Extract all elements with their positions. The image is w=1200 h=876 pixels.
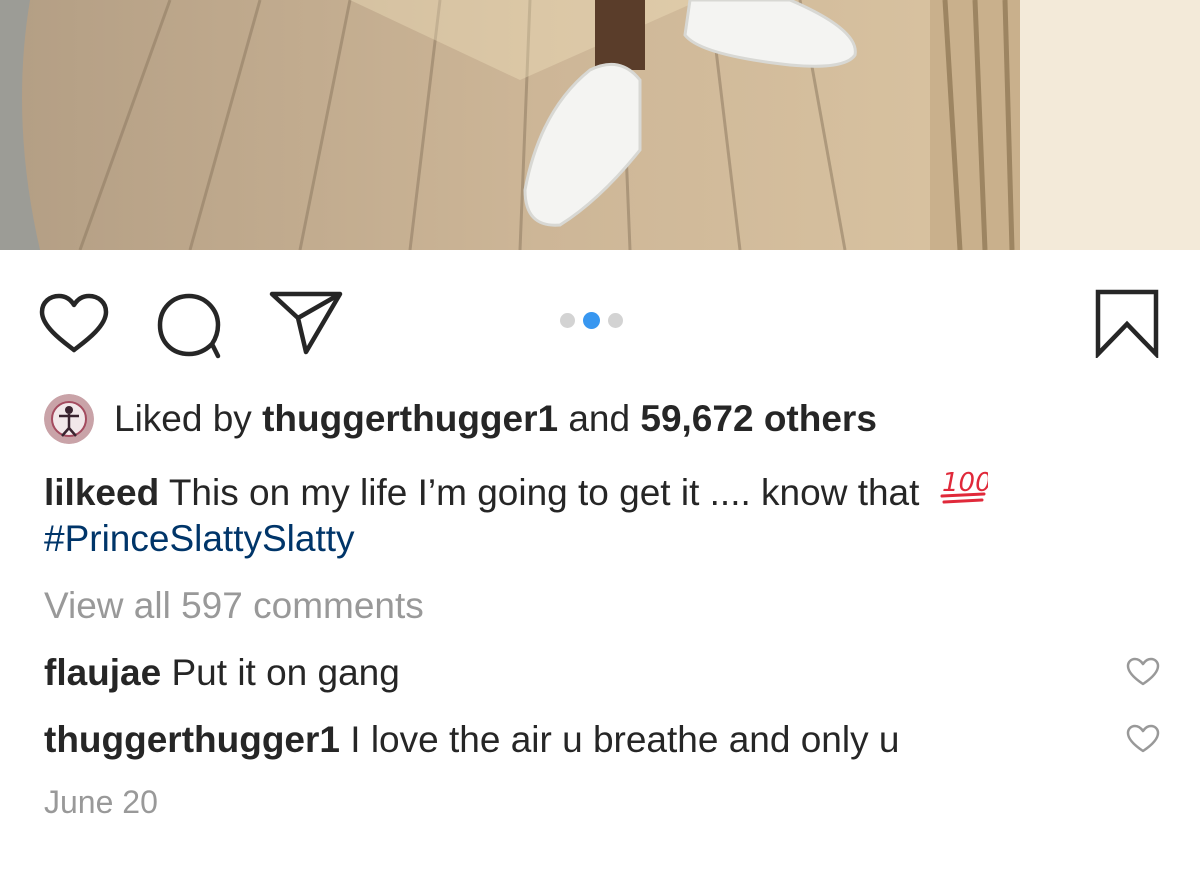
- carousel-indicator: [560, 311, 623, 329]
- post-action-bar: [0, 280, 1200, 360]
- small-heart-icon[interactable]: [1126, 724, 1160, 754]
- carousel-dot-active: [583, 311, 600, 329]
- bookmark-icon[interactable]: [1094, 288, 1160, 358]
- post-date: June 20: [44, 784, 158, 820]
- post-photo[interactable]: [0, 0, 1200, 250]
- comment-row: thuggerthugger1 I love the air u breathe…: [44, 717, 1164, 763]
- avatar[interactable]: [44, 394, 94, 444]
- liked-by-user-link[interactable]: thuggerthugger1: [262, 398, 558, 439]
- speech-bubble-icon[interactable]: [156, 292, 226, 362]
- comment-username[interactable]: thuggerthugger1: [44, 719, 340, 760]
- comment-text: Put it on gang: [171, 652, 400, 693]
- carousel-dot: [608, 312, 623, 328]
- caption-hashtag-link[interactable]: #PrinceSlattySlatty: [44, 518, 355, 559]
- comment-row: flaujae Put it on gang: [44, 650, 1164, 696]
- liked-by-conjunction: and: [568, 398, 631, 439]
- liked-by-prefix: Liked by: [114, 398, 252, 439]
- paper-plane-icon[interactable]: [268, 288, 344, 356]
- post-caption: lilkeed This on my life I’m going to get…: [44, 468, 1144, 562]
- likes-count-link[interactable]: 59,672 others: [640, 398, 877, 439]
- hundred-points-emoji-icon: 100: [940, 465, 991, 516]
- carousel-dot: [560, 312, 575, 328]
- comment-username[interactable]: flaujae: [44, 652, 161, 693]
- liked-by-text: Liked by thuggerthugger1 and 59,672 othe…: [114, 394, 877, 444]
- heart-outline-icon[interactable]: [38, 292, 110, 356]
- caption-text: This on my life I’m going to get it ....…: [168, 472, 920, 513]
- comment-text: I love the air u breathe and only u: [350, 719, 900, 760]
- liked-by-row[interactable]: Liked by thuggerthugger1 and 59,672 othe…: [44, 394, 877, 444]
- small-heart-icon[interactable]: [1126, 657, 1160, 687]
- caption-username[interactable]: lilkeed: [44, 472, 159, 513]
- view-all-comments-link[interactable]: View all 597 comments: [44, 583, 424, 629]
